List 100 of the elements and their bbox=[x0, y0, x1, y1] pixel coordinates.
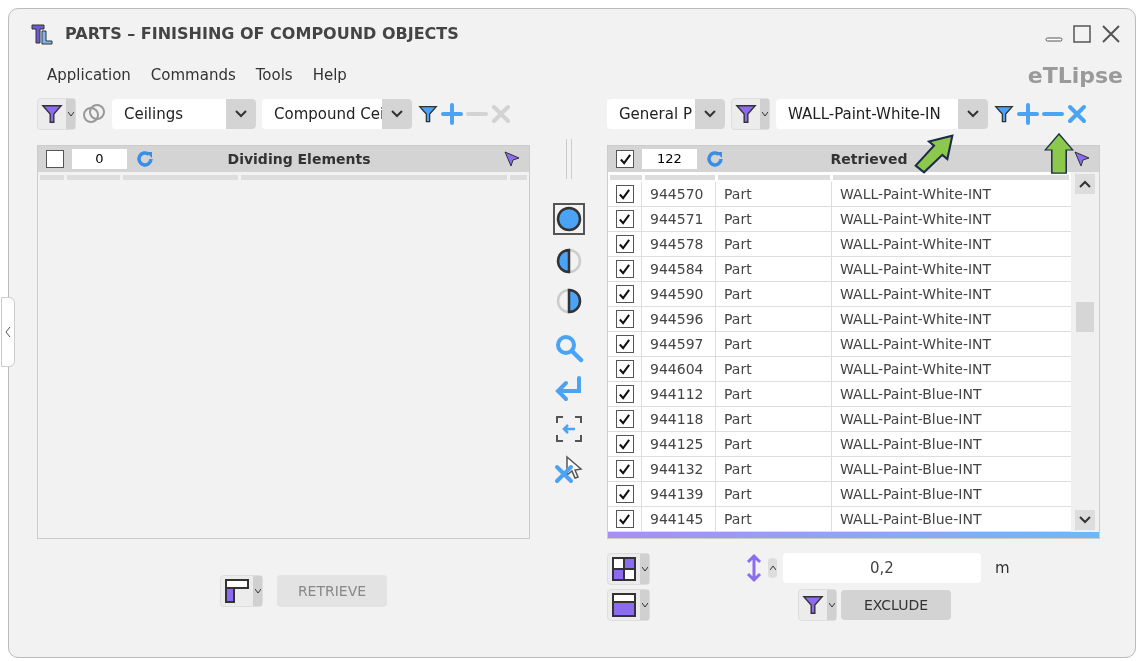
checkbox[interactable] bbox=[46, 150, 64, 168]
caret-icon bbox=[254, 589, 261, 593]
table-row[interactable]: 944596 Part WALL-Paint-White-INT bbox=[608, 307, 1071, 332]
checkbox[interactable] bbox=[615, 285, 634, 303]
filter-dropdown[interactable] bbox=[37, 98, 76, 130]
dropdown-value: WALL-Paint-White-IN bbox=[787, 103, 942, 125]
grid-dropdown[interactable] bbox=[607, 553, 650, 585]
checkbox[interactable] bbox=[615, 460, 634, 478]
half-circle-left-icon[interactable] bbox=[554, 247, 583, 275]
checkbox[interactable] bbox=[615, 260, 634, 278]
table-cell-text: WALL-Paint-White-INT bbox=[839, 284, 993, 304]
table-row[interactable]: 944125 Part WALL-Paint-Blue-INT bbox=[608, 432, 1071, 457]
table-row[interactable]: 944139 Part WALL-Paint-Blue-INT bbox=[608, 482, 1071, 507]
filter-dropdown[interactable] bbox=[731, 98, 770, 130]
table-row[interactable]: 944584 Part WALL-Paint-White-INT bbox=[608, 257, 1071, 282]
filter-icon bbox=[418, 104, 438, 124]
menu-item[interactable]: Application bbox=[47, 63, 131, 87]
menu-item[interactable]: Help bbox=[312, 63, 347, 87]
table-row[interactable]: 944132 Part WALL-Paint-Blue-INT bbox=[608, 457, 1071, 482]
table-row[interactable]: 944578 Part WALL-Paint-White-INT bbox=[608, 232, 1071, 257]
checkbox[interactable] bbox=[615, 435, 634, 453]
checkbox[interactable] bbox=[615, 360, 634, 378]
check-icon bbox=[618, 337, 631, 351]
table-cell: 944132 bbox=[642, 457, 716, 481]
filter-dropdown[interactable] bbox=[798, 589, 837, 621]
half-circle-right-icon[interactable] bbox=[554, 287, 583, 315]
menu-item[interactable]: Commands bbox=[150, 63, 236, 87]
checkbox[interactable] bbox=[615, 235, 634, 253]
chevron-down-icon bbox=[1079, 516, 1091, 524]
vertical-arrows-icon[interactable] bbox=[746, 553, 762, 583]
checkbox[interactable] bbox=[615, 385, 634, 403]
checkbox[interactable] bbox=[615, 485, 634, 503]
window-title: PARTS – FINISHING OF COMPOUND OBJECTS bbox=[65, 23, 459, 45]
check-icon bbox=[618, 237, 631, 251]
table-cell: 944571 bbox=[642, 207, 716, 231]
table-row[interactable]: 944604 Part WALL-Paint-White-INT bbox=[608, 357, 1071, 382]
table-row[interactable]: 944570 Part WALL-Paint-White-INT bbox=[608, 182, 1071, 207]
exclude-button[interactable]: EXCLUDE bbox=[841, 590, 951, 620]
count-field[interactable]: 122 bbox=[642, 149, 697, 169]
checkbox[interactable] bbox=[615, 310, 634, 328]
filter-icon bbox=[41, 103, 63, 125]
arrow-annotation bbox=[914, 134, 954, 174]
table-row[interactable]: 944590 Part WALL-Paint-White-INT bbox=[608, 282, 1071, 307]
table-cell-text: WALL-Paint-White-INT bbox=[839, 184, 993, 204]
caret-icon bbox=[67, 112, 74, 116]
dropdown[interactable]: Compound Cei bbox=[262, 99, 412, 129]
dropdown[interactable]: WALL-Paint-White-IN bbox=[776, 99, 988, 129]
table-cell: 944570 bbox=[642, 182, 716, 206]
cursor-icon[interactable] bbox=[503, 150, 521, 168]
table-cell: 944145 bbox=[642, 507, 716, 531]
maximize-icon[interactable] bbox=[1073, 25, 1091, 43]
table-cell: Part bbox=[716, 307, 832, 331]
close-icon[interactable] bbox=[1101, 24, 1121, 44]
dropdown[interactable]: Ceilings bbox=[112, 99, 256, 129]
table-cell: 944125 bbox=[642, 432, 716, 456]
table-cell: 944596 bbox=[642, 307, 716, 331]
check-icon bbox=[618, 362, 631, 376]
table-cell: Part bbox=[716, 182, 832, 206]
cursor-icon[interactable] bbox=[1073, 150, 1091, 168]
table-cell: Part bbox=[716, 232, 832, 256]
filter-icon bbox=[735, 103, 757, 125]
layout-dropdown[interactable] bbox=[220, 575, 263, 607]
circle-full-icon[interactable] bbox=[552, 203, 585, 235]
unit-label: m bbox=[995, 557, 1010, 579]
table-cell: Part bbox=[716, 357, 832, 381]
table-row[interactable]: 944597 Part WALL-Paint-White-INT bbox=[608, 332, 1071, 357]
check-icon bbox=[618, 187, 631, 201]
table-cell: 944590 bbox=[642, 282, 716, 306]
table-row[interactable]: 944112 Part WALL-Paint-Blue-INT bbox=[608, 382, 1071, 407]
table-cell: Part bbox=[716, 332, 832, 356]
cursor-cross-icon[interactable] bbox=[552, 455, 585, 485]
frame-arrow-icon[interactable] bbox=[554, 415, 583, 443]
table-cell: Part bbox=[716, 457, 832, 481]
split-dropdown[interactable] bbox=[607, 589, 650, 621]
rings-icon[interactable] bbox=[82, 102, 106, 126]
check-icon bbox=[618, 212, 631, 226]
table-cell: Part bbox=[716, 507, 832, 531]
brand-logo: eTLipse bbox=[1027, 61, 1123, 90]
checkbox[interactable] bbox=[615, 510, 634, 528]
count-field[interactable]: 0 bbox=[72, 149, 127, 169]
checkbox[interactable] bbox=[615, 335, 634, 353]
check-icon bbox=[618, 487, 631, 501]
dropdown[interactable]: General P bbox=[607, 99, 725, 129]
table-cell: 944597 bbox=[642, 332, 716, 356]
checkbox[interactable] bbox=[615, 410, 634, 428]
menu-item[interactable]: Tools bbox=[255, 63, 293, 87]
table-cell: Part bbox=[716, 382, 832, 406]
spin-button[interactable] bbox=[768, 558, 777, 578]
distance-field[interactable]: 0,2 bbox=[783, 553, 981, 583]
table-cell-text: WALL-Paint-Blue-INT bbox=[839, 384, 983, 404]
table-cell-text: WALL-Paint-Blue-INT bbox=[839, 434, 983, 454]
chevron-down-icon bbox=[235, 110, 247, 118]
checkbox[interactable] bbox=[615, 185, 634, 203]
scrollbar[interactable] bbox=[1071, 172, 1099, 532]
table-row[interactable]: 944118 Part WALL-Paint-Blue-INT bbox=[608, 407, 1071, 432]
checkbox[interactable] bbox=[615, 210, 634, 228]
table-row[interactable]: 944571 Part WALL-Paint-White-INT bbox=[608, 207, 1071, 232]
scrollbar-thumb[interactable] bbox=[1076, 302, 1094, 332]
chevron-down-icon bbox=[391, 110, 403, 118]
checkbox[interactable] bbox=[616, 150, 634, 168]
